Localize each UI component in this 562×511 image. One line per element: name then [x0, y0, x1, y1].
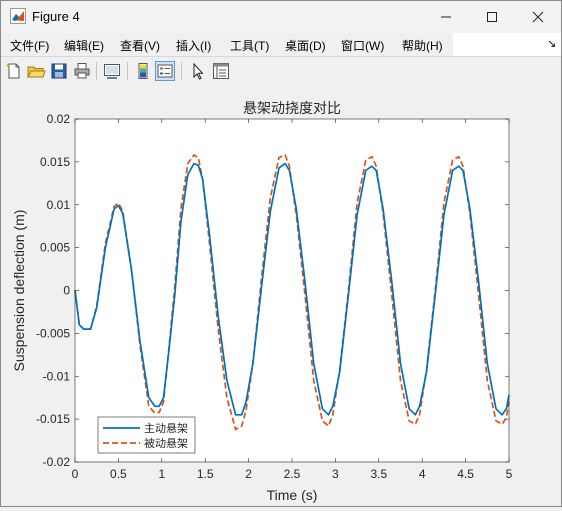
print-icon[interactable]	[72, 61, 92, 81]
figure-canvas[interactable]: 悬架动挠度对比 0 0.5 1 1.5 2 2.5 3 3.5 4 4.5 5 -0.02 -0.015…	[1, 87, 561, 506]
x-tick-label: 3.5	[370, 467, 387, 481]
y-tick-label: -0.005	[36, 326, 70, 340]
x-tick-label: 4.5	[457, 467, 474, 481]
matlab-icon	[10, 8, 26, 24]
maximize-icon	[487, 12, 497, 22]
menu-edit[interactable]: 编辑(E)	[64, 37, 104, 54]
open-file-icon[interactable]	[26, 61, 46, 81]
x-tick-label: 1	[158, 467, 165, 481]
y-tick-label: 0.02	[47, 112, 71, 126]
y-tick-label: 0	[63, 284, 70, 298]
close-icon	[532, 11, 544, 23]
menu-file[interactable]: 文件(F)	[10, 37, 49, 54]
menu-strip: 文件(F) 编辑(E) 查看(V) 插入(I) 工具(T) 桌面(D) 窗口(W…	[1, 33, 453, 56]
menu-help[interactable]: 帮助(H)	[402, 37, 443, 54]
x-tick-label: 5	[506, 467, 513, 481]
figure-window: Figure 4 文件(F) 编辑(E) 查看(V) 插入(I) 工具(T) 桌…	[0, 0, 562, 507]
y-tick-label: -0.01	[43, 369, 71, 383]
legend[interactable]: 主动悬架被动悬架	[97, 416, 196, 454]
minimize-button[interactable]	[423, 1, 469, 33]
menu-bar: 文件(F) 编辑(E) 查看(V) 插入(I) 工具(T) 桌面(D) 窗口(W…	[1, 33, 561, 56]
y-tick-label: 0.005	[40, 241, 70, 255]
title-bar[interactable]: Figure 4	[1, 1, 561, 33]
x-tick-label: 0	[72, 467, 79, 481]
x-tick-label: 2	[245, 467, 252, 481]
x-tick-label: 2.5	[284, 467, 301, 481]
chart-title: 悬架动挠度对比	[243, 100, 341, 116]
x-tick-label: 3	[332, 467, 339, 481]
menu-desktop[interactable]: 桌面(D)	[285, 37, 326, 54]
menu-view[interactable]: 查看(V)	[120, 37, 160, 54]
y-tick-label: 0.01	[47, 198, 71, 212]
window-title: Figure 4	[32, 9, 80, 24]
link-plot-icon[interactable]	[102, 61, 122, 81]
toolbar-separator	[127, 62, 128, 80]
insert-legend-icon[interactable]	[155, 61, 175, 81]
legend-label: 被动悬架	[144, 437, 188, 450]
y-tick-label: -0.015	[36, 412, 70, 426]
insert-colorbar-icon[interactable]	[133, 61, 153, 81]
property-inspector-icon[interactable]	[211, 61, 231, 81]
menu-tools[interactable]: 工具(T)	[230, 37, 269, 54]
maximize-button[interactable]	[469, 1, 515, 33]
y-tick-label: 0.015	[40, 155, 70, 169]
minimize-icon	[441, 16, 451, 18]
x-tick-label: 4	[419, 467, 426, 481]
x-axis-label: Time (s)	[267, 487, 318, 503]
x-tick-label: 0.5	[110, 467, 127, 481]
menu-insert[interactable]: 插入(I)	[176, 37, 211, 54]
menu-window[interactable]: 窗口(W)	[341, 37, 384, 54]
menu-overflow-icon[interactable]: ↘	[547, 37, 556, 50]
y-axis-label: Suspension deflection (m)	[11, 210, 27, 372]
x-tick-label: 1.5	[197, 467, 214, 481]
toolbar-separator	[181, 62, 182, 80]
menu-spacer	[453, 33, 561, 56]
y-tick-label: -0.02	[43, 455, 71, 469]
plot-area[interactable]	[75, 119, 509, 462]
figure-toolbar	[1, 56, 561, 88]
save-icon[interactable]	[49, 61, 69, 81]
line-chart[interactable]: 悬架动挠度对比 0 0.5 1 1.5 2 2.5 3 3.5 4 4.5 5 -0.02 -0.015…	[1, 87, 561, 506]
close-button[interactable]	[515, 1, 561, 33]
toolbar-separator	[96, 62, 97, 80]
new-figure-icon[interactable]	[4, 61, 24, 81]
pointer-icon[interactable]	[187, 61, 207, 81]
legend-label: 主动悬架	[144, 422, 188, 435]
